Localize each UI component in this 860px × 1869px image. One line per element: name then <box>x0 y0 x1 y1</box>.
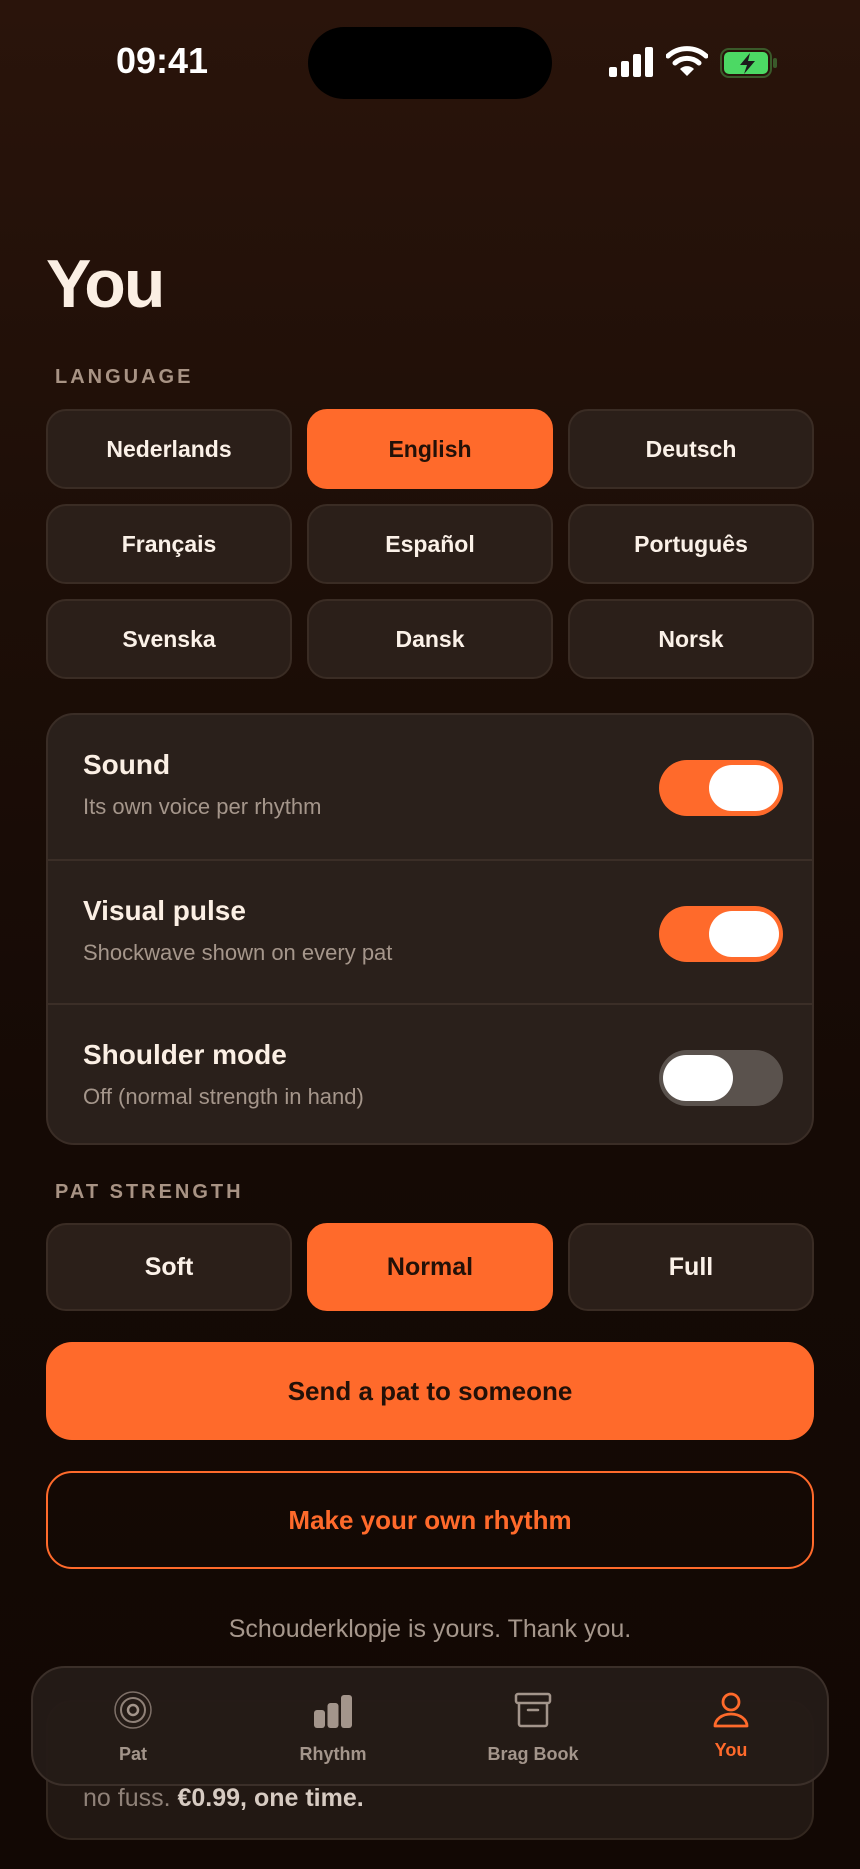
setting-title: Shoulder mode <box>83 1039 287 1070</box>
settings-card: Sound Its own voice per rhythm Visual pu… <box>46 713 814 1145</box>
send-pat-button[interactable]: Send a pat to someone <box>46 1342 814 1440</box>
setting-row-sound: Sound Its own voice per rhythm <box>48 715 812 859</box>
shoulder-mode-toggle[interactable] <box>659 1050 783 1106</box>
setting-subtitle: Shockwave shown on every pat <box>83 940 393 965</box>
strength-option-normal[interactable]: Normal <box>307 1223 553 1311</box>
setting-row-visual-pulse: Visual pulse Shockwave shown on every pa… <box>48 859 812 1003</box>
setting-title: Visual pulse <box>83 895 246 926</box>
status-bar: 09:41 <box>0 0 860 120</box>
pat-strength-section-label: PAT STRENGTH <box>55 1181 244 1203</box>
tab-pat[interactable]: Pat <box>33 1668 233 1788</box>
purchase-price: €0.99, one time. <box>177 1784 364 1812</box>
tab-label: Pat <box>118 1744 147 1764</box>
bars-icon <box>314 1695 352 1728</box>
page-title: You <box>46 246 165 322</box>
language-option-nederlands[interactable]: Nederlands <box>46 409 292 489</box>
language-option-deutsch[interactable]: Deutsch <box>568 409 814 489</box>
language-option-portugues[interactable]: Português <box>568 504 814 584</box>
cellular-signal-icon <box>609 47 655 77</box>
pulse-icon <box>114 1691 152 1729</box>
strength-option-full[interactable]: Full <box>568 1223 814 1311</box>
strength-option-soft[interactable]: Soft <box>46 1223 292 1311</box>
dynamic-island <box>308 27 552 99</box>
toggle-knob <box>709 765 779 811</box>
language-option-francais[interactable]: Français <box>46 504 292 584</box>
tab-label: Brag Book <box>487 1744 579 1764</box>
wifi-icon <box>666 46 708 76</box>
make-rhythm-button[interactable]: Make your own rhythm <box>46 1471 814 1569</box>
tab-label: You <box>714 1740 748 1760</box>
language-section-label: LANGUAGE <box>55 366 194 388</box>
language-option-english[interactable]: English <box>307 409 553 489</box>
language-option-espanol[interactable]: Español <box>307 504 553 584</box>
tab-rhythm[interactable]: Rhythm <box>233 1668 433 1788</box>
tab-bar: Pat Rhythm Brag Book You <box>31 1666 829 1786</box>
sound-toggle[interactable] <box>659 760 783 816</box>
person-icon <box>713 1692 749 1728</box>
setting-row-shoulder-mode: Shoulder mode Off (normal strength in ha… <box>48 1003 812 1143</box>
toggle-knob <box>709 911 779 957</box>
setting-title: Sound <box>83 749 171 780</box>
visual-pulse-toggle[interactable] <box>659 906 783 962</box>
setting-subtitle: Off (normal strength in hand) <box>83 1084 364 1109</box>
status-time: 09:41 <box>116 40 209 81</box>
archive-icon <box>514 1692 552 1728</box>
purchase-text: no fuss. €0.99, one time. <box>83 1784 364 1813</box>
setting-subtitle: Its own voice per rhythm <box>83 794 322 819</box>
language-options: Nederlands English Deutsch Français Espa… <box>46 409 814 679</box>
tab-brag-book[interactable]: Brag Book <box>433 1668 633 1788</box>
pat-strength-options: Soft Normal Full <box>46 1223 814 1311</box>
battery-charging-icon <box>720 48 777 78</box>
language-option-svenska[interactable]: Svenska <box>46 599 292 679</box>
language-option-dansk[interactable]: Dansk <box>307 599 553 679</box>
thanks-text: Schouderklopje is yours. Thank you. <box>228 1615 632 1643</box>
purchase-lead: no fuss. <box>83 1784 178 1812</box>
tab-label: Rhythm <box>299 1744 367 1764</box>
language-option-norsk[interactable]: Norsk <box>568 599 814 679</box>
toggle-knob <box>663 1055 733 1101</box>
tab-you[interactable]: You <box>631 1668 831 1788</box>
